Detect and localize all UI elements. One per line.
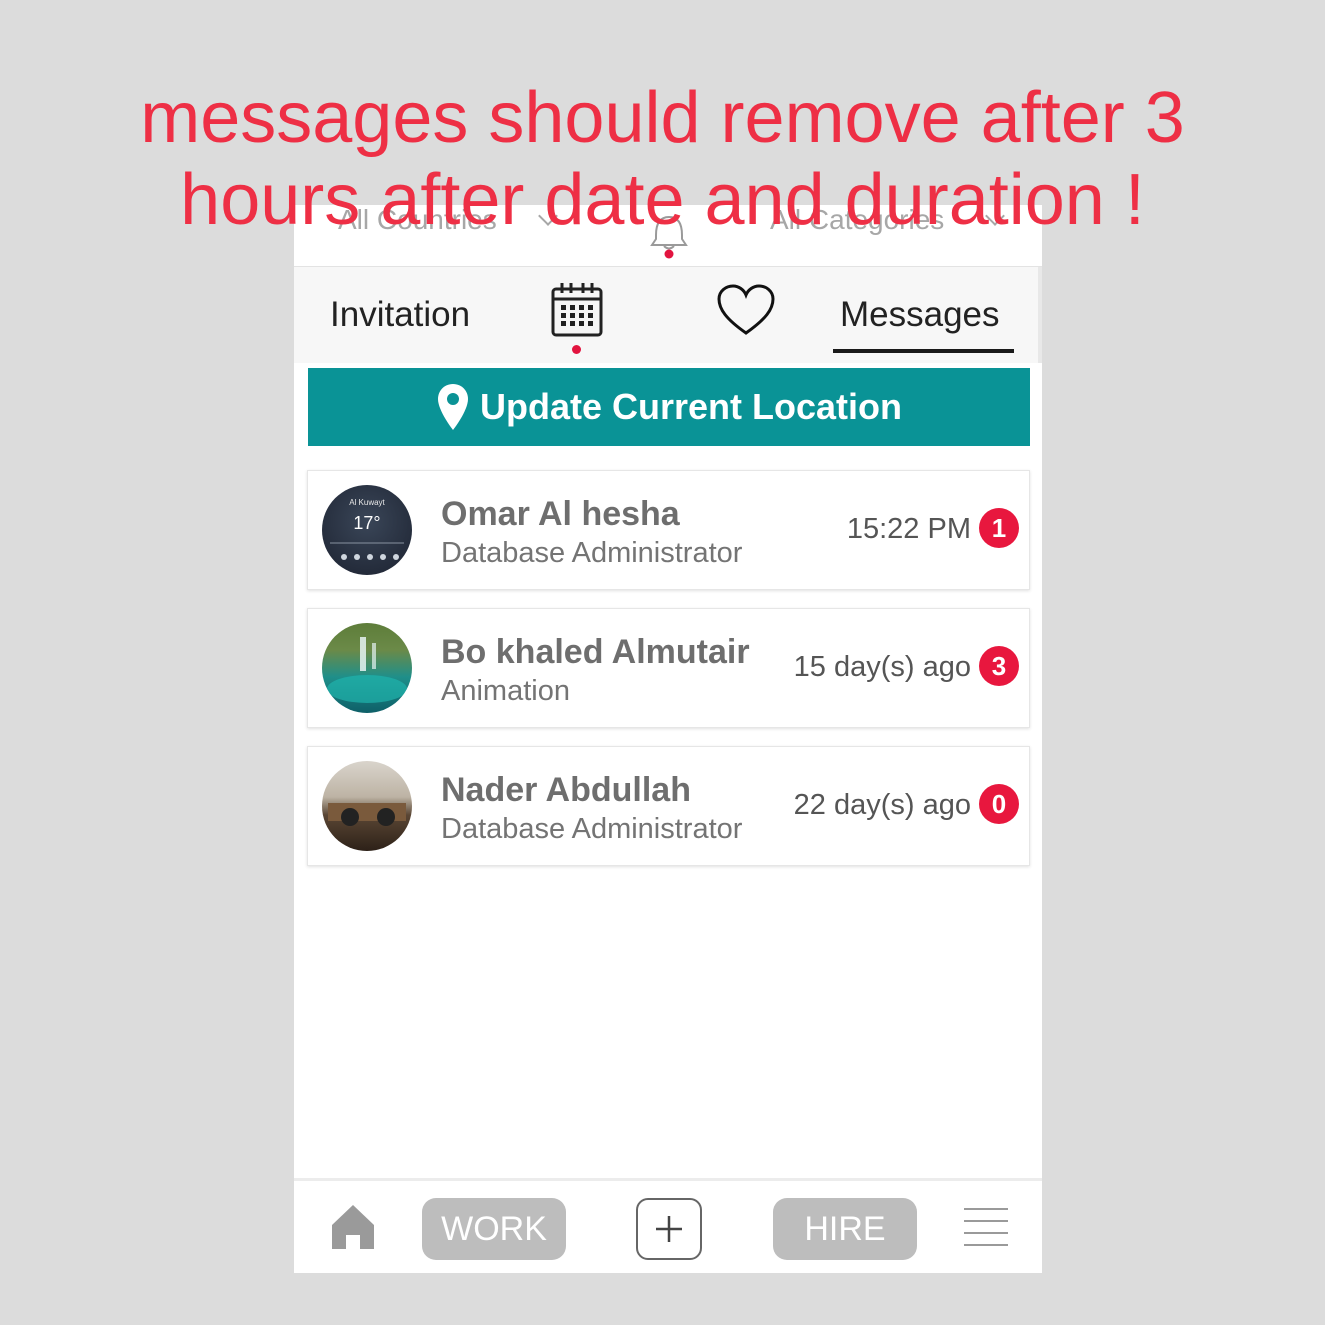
update-location-button[interactable]: Update Current Location <box>308 368 1030 446</box>
avatar-city: Al Kuwayt <box>349 498 385 507</box>
menu-icon[interactable] <box>964 1207 1008 1247</box>
conversation-item[interactable]: Nader Abdullah Database Administrator 22… <box>307 746 1030 866</box>
tab-bar: Invitation Messages <box>294 267 1042 363</box>
message-time: 15:22 PM <box>846 513 971 545</box>
unread-badge: 1 <box>979 508 1019 548</box>
contact-name: Nader Abdullah <box>441 771 691 809</box>
calendar-icon[interactable] <box>550 281 604 339</box>
conversation-item[interactable]: Bo khaled Almutair Animation 15 day(s) a… <box>307 608 1030 728</box>
hire-button[interactable]: HIRE <box>773 1198 917 1260</box>
message-time: 15 day(s) ago <box>793 651 971 683</box>
home-icon[interactable] <box>330 1203 376 1251</box>
active-tab-indicator <box>833 349 1014 353</box>
unread-badge: 3 <box>979 646 1019 686</box>
add-button[interactable] <box>636 1198 702 1260</box>
avatar-temp: 17° <box>353 513 380 533</box>
app-screen: All Countries All Categories Invitation <box>294 204 1042 1273</box>
tab-messages[interactable]: Messages <box>840 295 1000 335</box>
contact-name: Bo khaled Almutair <box>441 633 750 671</box>
avatar <box>322 623 412 713</box>
tab-invitation[interactable]: Invitation <box>330 295 470 335</box>
work-button[interactable]: WORK <box>422 1198 566 1260</box>
annotation-line-1: messages should remove after 3 <box>140 78 1185 158</box>
calendar-notification-dot <box>572 345 581 354</box>
plus-icon <box>656 1216 682 1242</box>
unread-badge: 0 <box>979 784 1019 824</box>
contact-role: Database Administrator <box>441 537 743 569</box>
contact-role: Database Administrator <box>441 813 743 845</box>
avatar <box>322 761 412 851</box>
contact-name: Omar Al hesha <box>441 495 680 533</box>
location-pin-icon <box>437 384 468 430</box>
contact-role: Animation <box>441 675 570 707</box>
annotation-line-2: hours after date and duration ! <box>180 160 1145 240</box>
conversation-item[interactable]: Al Kuwayt 17° Omar Al hesha Database Adm… <box>307 470 1030 590</box>
update-location-label: Update Current Location <box>479 386 902 427</box>
heart-icon[interactable] <box>716 283 776 339</box>
message-time: 22 day(s) ago <box>793 789 971 821</box>
avatar: Al Kuwayt 17° <box>322 485 412 575</box>
bottom-nav: WORK HIRE <box>294 1178 1042 1273</box>
